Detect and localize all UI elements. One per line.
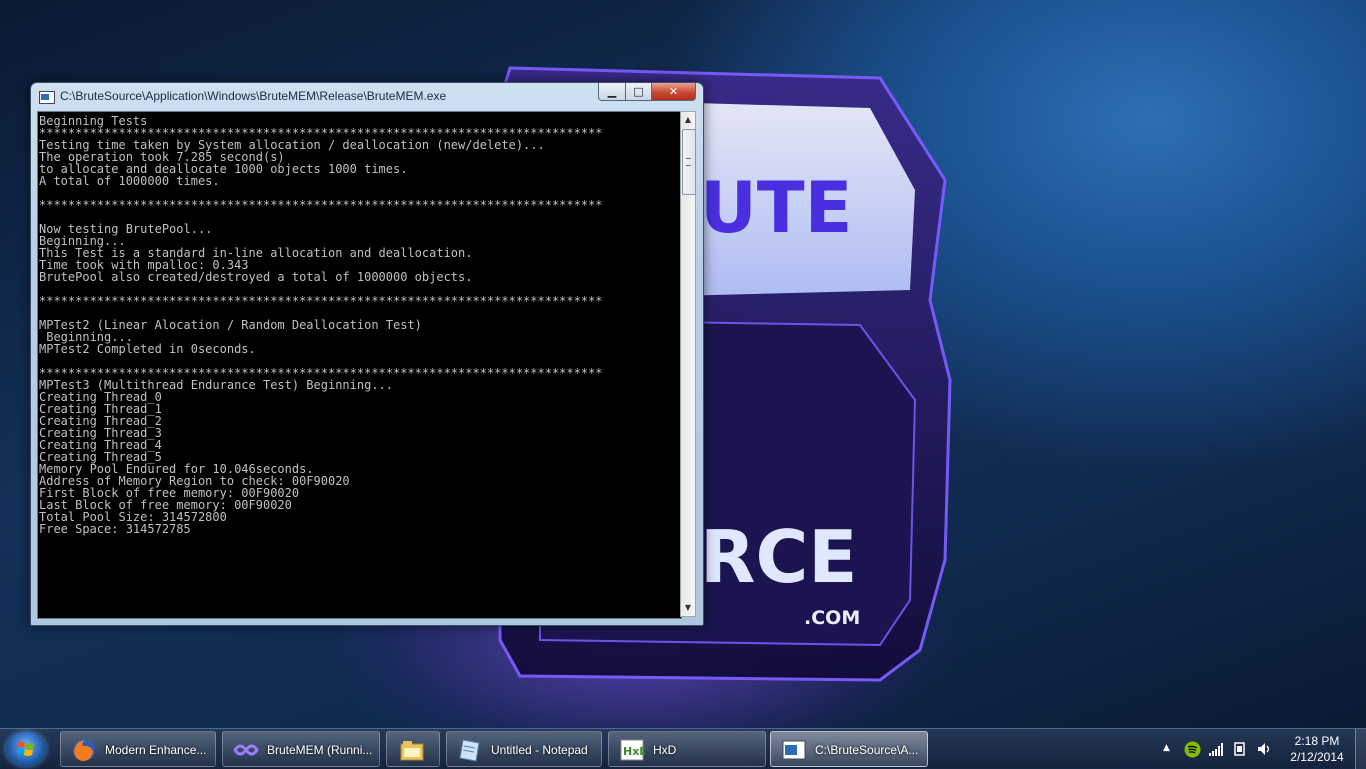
firefox-icon: [73, 739, 95, 761]
windows-logo-icon: [17, 742, 34, 756]
scroll-thumb[interactable]: [682, 129, 696, 195]
visual-studio-icon: [233, 744, 259, 756]
maximize-button[interactable]: □: [626, 83, 652, 101]
logo-text-top: UTE: [700, 167, 852, 249]
taskbar-item-hxd[interactable]: HxD HxD: [608, 731, 766, 767]
window-title: C:\BruteSource\Application\Windows\Brute…: [60, 89, 447, 103]
console-icon: [782, 740, 806, 760]
clock-time: 2:18 PM: [1294, 734, 1340, 748]
scroll-up-arrow-icon[interactable]: ▲: [681, 112, 695, 128]
console-line: Free Space: 314572785: [39, 522, 191, 536]
console-line: MPTest2 (Linear Alocation / Random Deall…: [39, 318, 422, 332]
network-signal-icon[interactable]: [1209, 742, 1225, 756]
console-line: A total of 1000000 times.: [39, 174, 220, 188]
taskbar-item-label: BruteMEM (Runni...: [267, 743, 373, 757]
console-line: Now testing BrutePool...: [39, 222, 213, 236]
taskbar-item-explorer[interactable]: [386, 731, 440, 767]
svg-text:HxD: HxD: [623, 745, 645, 758]
console-output[interactable]: Beginning Tests *************************…: [37, 111, 682, 619]
taskbar-item-console[interactable]: C:\BruteSource\A...: [770, 731, 928, 767]
taskbar-item-visual-studio[interactable]: BruteMEM (Runni...: [222, 731, 380, 767]
start-button[interactable]: [6, 732, 46, 766]
logo-domain: .COM: [804, 607, 860, 629]
spotify-icon[interactable]: [1184, 741, 1201, 758]
taskbar-item-label: C:\BruteSource\A...: [815, 743, 919, 757]
minimize-button[interactable]: ▁: [598, 83, 626, 101]
console-window[interactable]: C:\BruteSource\Application\Windows\Brute…: [30, 82, 704, 626]
power-plug-icon[interactable]: [1233, 741, 1247, 757]
console-line: MPTest2 Completed in 0seconds.: [39, 342, 256, 356]
taskbar: Modern Enhance... BruteMEM (Runni... Unt…: [0, 728, 1366, 769]
clock-date: 2/12/2014: [1290, 750, 1344, 764]
console-line: ****************************************…: [39, 198, 603, 212]
title-bar[interactable]: C:\BruteSource\Application\Windows\Brute…: [31, 83, 703, 109]
close-button[interactable]: ✕: [652, 83, 696, 101]
taskbar-item-notepad[interactable]: Untitled - Notepad: [446, 731, 602, 767]
system-clock[interactable]: 2:18 PM 2/12/2014: [1282, 733, 1352, 765]
notepad-icon: [459, 739, 480, 762]
taskbar-item-firefox[interactable]: Modern Enhance...: [60, 731, 216, 767]
vertical-scrollbar[interactable]: ▲ ▼: [680, 111, 696, 617]
console-app-icon[interactable]: [39, 91, 55, 104]
volume-speaker-icon[interactable]: [1257, 741, 1273, 757]
taskbar-item-label: Untitled - Notepad: [491, 743, 588, 757]
hxd-icon: HxD: [620, 739, 645, 761]
taskbar-item-label: Modern Enhance...: [105, 743, 207, 757]
console-line: BrutePool also created/destroyed a total…: [39, 270, 473, 284]
console-text: Beginning Tests *************************…: [38, 112, 681, 535]
console-line: ****************************************…: [39, 294, 603, 308]
taskbar-item-label: HxD: [653, 743, 677, 757]
show-hidden-icons-button[interactable]: ▲: [1163, 743, 1170, 753]
show-desktop-button[interactable]: [1355, 729, 1366, 769]
windows-explorer-icon: [400, 741, 424, 761]
caption-buttons: ▁ □ ✕: [598, 83, 696, 101]
scroll-down-arrow-icon[interactable]: ▼: [681, 600, 695, 616]
logo-text-bottom: RCE: [700, 515, 857, 599]
